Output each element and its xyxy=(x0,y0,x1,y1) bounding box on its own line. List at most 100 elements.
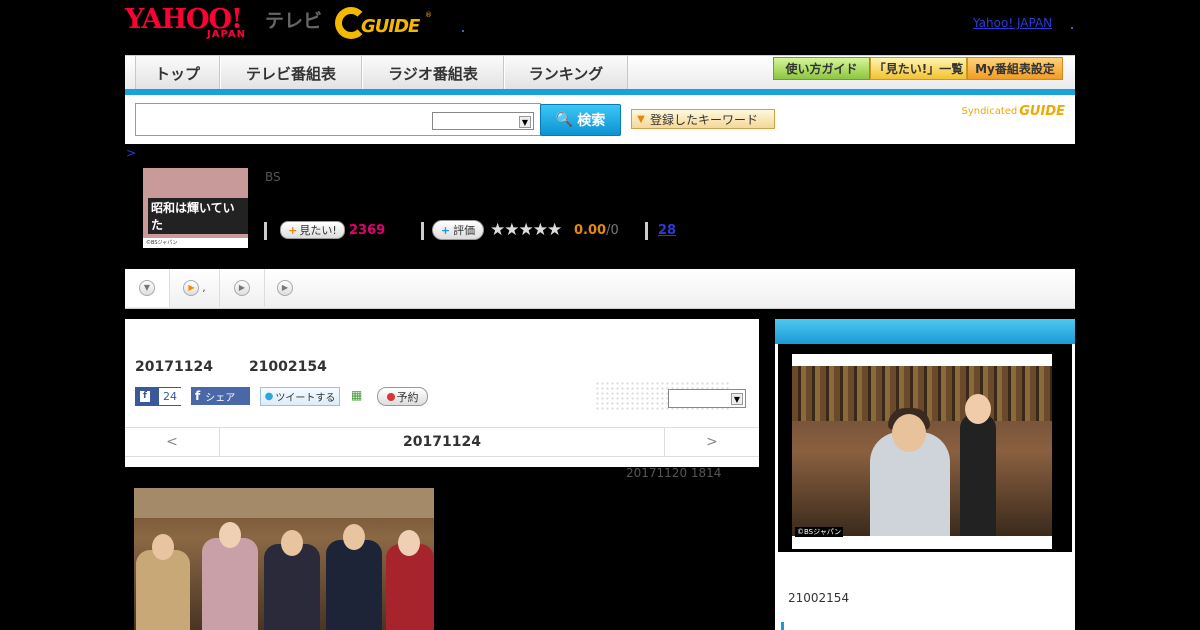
current-date: 20171124 xyxy=(403,434,481,450)
nav-tabs: トップ テレビ番組表 ラジオ番組表 ランキング xyxy=(135,56,628,90)
program-photo xyxy=(134,488,434,630)
subtab-3[interactable]: ▶ xyxy=(220,269,265,307)
plus-icon: + xyxy=(440,223,451,237)
rating-button[interactable]: + 評価 xyxy=(432,220,484,240)
subtab-4[interactable]: ▶ xyxy=(265,269,305,307)
sidebar-accent-bar xyxy=(781,622,784,630)
site-header: YAHOO! JAPAN テレビ GUIDE ® Yahoo! JAPAN xyxy=(125,0,1075,52)
photo-person-head xyxy=(281,530,303,556)
photo-person xyxy=(386,544,434,630)
photo-person xyxy=(202,538,258,630)
search-category-select[interactable]: ▼ xyxy=(432,112,534,130)
registered-keyword-button[interactable]: ▼ 登録したキーワード xyxy=(631,109,775,129)
broadcast-time: 21002154 xyxy=(248,359,327,375)
search-area: ▼ 🔍 検索 ▼ 登録したキーワード Syndicated GUIDE xyxy=(125,95,1075,144)
subtab-2[interactable]: ▶ , xyxy=(170,269,220,307)
mitai-list-button[interactable]: 「見たい!」一覧 xyxy=(870,57,967,80)
divider xyxy=(421,222,424,240)
photo-person-head xyxy=(398,530,420,556)
rating-score-value: 0.00 xyxy=(574,223,607,238)
tweet-button[interactable]: ● ツイートする xyxy=(260,387,340,406)
gguide-registered-mark: ® xyxy=(425,11,432,19)
chevron-down-icon: ▼ xyxy=(519,116,531,128)
rating-stars: ★★★★★ xyxy=(490,220,562,240)
thumbnail-copyright: ©BSジャパン xyxy=(146,240,178,246)
syndicated-gguide-text: GUIDE xyxy=(1019,104,1065,119)
share-label: シェア xyxy=(205,392,236,404)
header-dot xyxy=(1071,27,1073,29)
subtab-label: , xyxy=(202,282,206,294)
image-woman-head xyxy=(965,394,991,424)
sidebar-time: 21002154 xyxy=(788,591,850,605)
clip-icon[interactable]: ▦ xyxy=(351,388,367,404)
play-icon: ▶ xyxy=(234,280,250,296)
facebook-count-button[interactable]: f 24 xyxy=(135,387,181,406)
play-icon: ▶ xyxy=(277,280,293,296)
mitai-button[interactable]: + 見たい! xyxy=(280,221,345,239)
photo-wall xyxy=(134,488,434,518)
breadcrumb[interactable]: > xyxy=(126,146,136,160)
search-button-label: 検索 xyxy=(577,113,606,129)
subtab-1[interactable]: ▼ xyxy=(125,269,170,307)
next-date-button[interactable]: > xyxy=(664,428,759,456)
broadcast-panel: 20171124 21002154 f 24 f シェア ● ツイートする ▦ 予… xyxy=(125,319,759,467)
image-woman xyxy=(960,414,996,536)
registered-keyword-label: 登録したキーワード xyxy=(650,112,759,127)
thumbnail-title: 昭和は輝いていた xyxy=(148,198,248,234)
plus-icon: + xyxy=(288,223,298,237)
main-nav: トップ テレビ番組表 ラジオ番組表 ランキング 使い方ガイド 「見たい!」一覧 … xyxy=(125,55,1075,95)
divider xyxy=(645,222,648,240)
tv-label[interactable]: テレビ xyxy=(265,6,322,33)
tab-ranking[interactable]: ランキング xyxy=(504,56,628,90)
triangle-down-icon: ▼ xyxy=(637,113,645,125)
sidebar: ©BSジャパン 21002154 xyxy=(775,344,1075,630)
reserve-label: 予約 xyxy=(396,390,419,404)
mitai-button-label: 見たい! xyxy=(299,224,337,237)
yahoo-japan-link[interactable]: Yahoo! JAPAN xyxy=(973,16,1052,30)
gguide-logo[interactable]: GUIDE ® xyxy=(335,7,435,39)
facebook-icon: f xyxy=(140,391,150,402)
broadcast-datetime: 20171124 21002154 xyxy=(135,359,363,375)
star-icon: ★ xyxy=(532,220,548,240)
sidebar-image[interactable]: ©BSジャパン xyxy=(792,354,1052,549)
rating-score: 0.00/0 xyxy=(574,223,619,238)
channel-label: BS xyxy=(265,170,281,184)
photo-person-head xyxy=(219,522,241,548)
yahoo-logo-sub: JAPAN xyxy=(207,29,246,40)
nav-buttons: 使い方ガイド 「見たい!」一覧 My番組表設定 xyxy=(773,57,1063,80)
mitai-count: 2369 xyxy=(349,223,386,238)
tab-tv-schedule[interactable]: テレビ番組表 xyxy=(220,56,362,90)
reserve-button[interactable]: 予約 xyxy=(377,387,428,406)
prev-date-button[interactable]: < xyxy=(125,428,220,456)
syndicated-text: Syndicated xyxy=(961,106,1018,117)
tab-top[interactable]: トップ xyxy=(135,56,220,90)
review-count-link[interactable]: 28 xyxy=(658,223,676,238)
guide-button[interactable]: 使い方ガイド xyxy=(773,57,870,80)
divider xyxy=(264,222,267,240)
broadcast-dropdown[interactable]: ▼ xyxy=(668,389,746,408)
photo-person-head xyxy=(343,524,365,550)
tweet-label: ツイートする xyxy=(275,393,336,404)
program-thumbnail[interactable]: 昭和は輝いていた ©BSジャパン xyxy=(143,168,248,248)
my-schedule-settings-button[interactable]: My番組表設定 xyxy=(967,57,1063,80)
photo-person xyxy=(264,544,320,630)
star-icon: ★ xyxy=(504,220,519,240)
star-icon: ★ xyxy=(518,220,534,240)
updated-timestamp: 20171120 1814 xyxy=(626,466,722,480)
image-copyright: ©BSジャパン xyxy=(795,527,844,537)
record-dot-icon xyxy=(386,392,395,401)
search-button[interactable]: 🔍 検索 xyxy=(540,104,621,136)
twitter-bird-icon: ● xyxy=(264,391,274,402)
date-navigation: < 20171124 > xyxy=(125,427,759,457)
facebook-share-button[interactable]: f シェア xyxy=(191,387,250,405)
program-subtabs: ▼ ▶ , ▶ ▶ xyxy=(125,269,1075,309)
star-icon: ★ xyxy=(547,220,562,240)
rating-button-label: 評価 xyxy=(453,224,476,237)
tab-radio-schedule[interactable]: ラジオ番組表 xyxy=(362,56,504,90)
sidebar-header xyxy=(775,319,1075,344)
image-man-head xyxy=(892,414,926,452)
search-icon: 🔍 xyxy=(555,112,574,128)
facebook-count: 24 xyxy=(159,388,181,405)
rating-score-count: /0 xyxy=(606,223,619,238)
broadcast-date: 20171124 xyxy=(135,359,213,375)
